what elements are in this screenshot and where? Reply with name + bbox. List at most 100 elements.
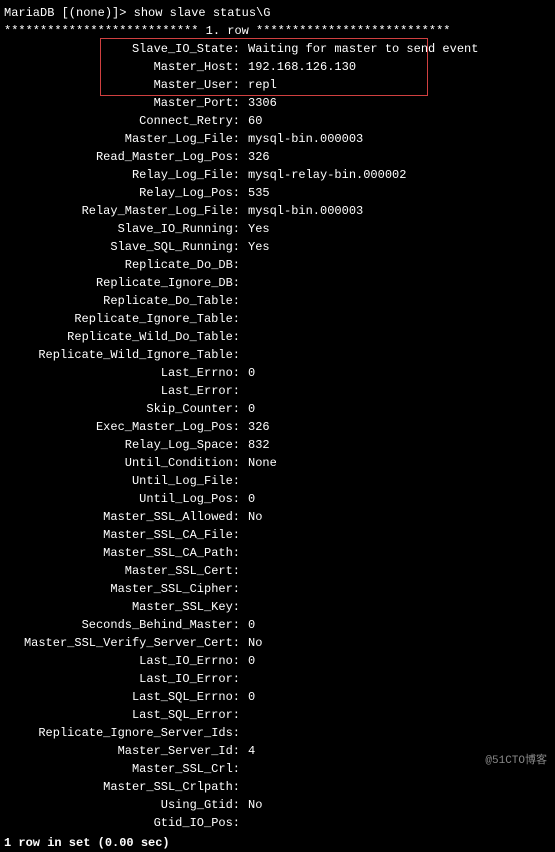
field-value: mysql-bin.000003 — [244, 130, 363, 148]
status-fields: Slave_IO_State:Waiting for master to sen… — [4, 40, 551, 832]
field-value: No — [244, 508, 262, 526]
prompt-prefix: MariaDB [(none)]> — [4, 6, 126, 20]
field-value: Waiting for master to send event — [244, 40, 478, 58]
field-label: Master_SSL_Crl: — [4, 760, 244, 778]
field-value: 3306 — [244, 94, 277, 112]
field-value: No — [244, 634, 262, 652]
field-label: Using_Gtid: — [4, 796, 244, 814]
watermark: @51CTO博客 — [485, 753, 547, 770]
field-value — [244, 346, 248, 364]
field-value — [244, 760, 248, 778]
field-label: Master_SSL_Verify_Server_Cert: — [4, 634, 244, 652]
field-label: Replicate_Wild_Ignore_Table: — [4, 346, 244, 364]
status-row: Replicate_Wild_Do_Table: — [4, 328, 551, 346]
field-label: Last_Errno: — [4, 364, 244, 382]
field-value — [244, 778, 248, 796]
status-row: Slave_IO_Running:Yes — [4, 220, 551, 238]
status-row: Last_Error: — [4, 382, 551, 400]
field-value: 0 — [244, 400, 255, 418]
field-value: 60 — [244, 112, 262, 130]
field-value: mysql-relay-bin.000002 — [244, 166, 406, 184]
row-separator: *************************** 1. row *****… — [4, 22, 551, 40]
terminal-prompt-line[interactable]: MariaDB [(none)]> show slave status\G — [4, 4, 551, 22]
status-row: Replicate_Do_DB: — [4, 256, 551, 274]
field-value: 0 — [244, 364, 255, 382]
field-value — [244, 670, 248, 688]
field-value: 0 — [244, 652, 255, 670]
field-label: Master_SSL_Key: — [4, 598, 244, 616]
status-row: Relay_Log_File:mysql-relay-bin.000002 — [4, 166, 551, 184]
field-label: Until_Log_Pos: — [4, 490, 244, 508]
field-value — [244, 580, 248, 598]
field-value — [244, 526, 248, 544]
field-label: Relay_Log_Space: — [4, 436, 244, 454]
status-row: Master_User:repl — [4, 76, 551, 94]
field-value: 832 — [244, 436, 270, 454]
field-label: Master_Host: — [4, 58, 244, 76]
status-row: Relay_Log_Pos:535 — [4, 184, 551, 202]
status-row: Master_SSL_Key: — [4, 598, 551, 616]
status-row: Master_SSL_Verify_Server_Cert:No — [4, 634, 551, 652]
status-row: Slave_SQL_Running:Yes — [4, 238, 551, 256]
field-label: Last_IO_Error: — [4, 670, 244, 688]
field-value: Yes — [244, 238, 270, 256]
field-label: Master_Server_Id: — [4, 742, 244, 760]
field-value — [244, 292, 248, 310]
field-label: Read_Master_Log_Pos: — [4, 148, 244, 166]
status-row: Last_IO_Error: — [4, 670, 551, 688]
status-row: Replicate_Ignore_Table: — [4, 310, 551, 328]
status-row: Master_SSL_Allowed:No — [4, 508, 551, 526]
status-row: Replicate_Wild_Ignore_Table: — [4, 346, 551, 364]
field-label: Slave_IO_State: — [4, 40, 244, 58]
status-row: Last_IO_Errno:0 — [4, 652, 551, 670]
field-value — [244, 706, 248, 724]
field-label: Slave_SQL_Running: — [4, 238, 244, 256]
status-row: Last_Errno:0 — [4, 364, 551, 382]
field-label: Master_Port: — [4, 94, 244, 112]
field-value — [244, 274, 248, 292]
field-value: 0 — [244, 490, 255, 508]
field-label: Master_SSL_CA_File: — [4, 526, 244, 544]
status-row: Master_SSL_Cipher: — [4, 580, 551, 598]
field-label: Connect_Retry: — [4, 112, 244, 130]
field-label: Skip_Counter: — [4, 400, 244, 418]
field-label: Last_SQL_Error: — [4, 706, 244, 724]
field-label: Master_SSL_Cert: — [4, 562, 244, 580]
field-label: Last_IO_Errno: — [4, 652, 244, 670]
field-label: Master_SSL_Allowed: — [4, 508, 244, 526]
field-label: Slave_IO_Running: — [4, 220, 244, 238]
status-row: Master_SSL_Cert: — [4, 562, 551, 580]
status-row: Master_SSL_CA_File: — [4, 526, 551, 544]
field-value: 326 — [244, 418, 270, 436]
status-row: Until_Condition:None — [4, 454, 551, 472]
field-value: 4 — [244, 742, 255, 760]
field-value: 0 — [244, 616, 255, 634]
field-value: No — [244, 796, 262, 814]
field-value: 535 — [244, 184, 270, 202]
status-row: Replicate_Do_Table: — [4, 292, 551, 310]
field-label: Gtid_IO_Pos: — [4, 814, 244, 832]
field-label: Seconds_Behind_Master: — [4, 616, 244, 634]
field-value: 192.168.126.130 — [244, 58, 356, 76]
field-value — [244, 328, 248, 346]
status-row: Master_SSL_CA_Path: — [4, 544, 551, 562]
status-row: Exec_Master_Log_Pos:326 — [4, 418, 551, 436]
status-row: Relay_Log_Space:832 — [4, 436, 551, 454]
field-label: Relay_Master_Log_File: — [4, 202, 244, 220]
status-row: Last_SQL_Error: — [4, 706, 551, 724]
field-value: repl — [244, 76, 277, 94]
field-value — [244, 256, 248, 274]
field-value — [244, 310, 248, 328]
field-value — [244, 382, 248, 400]
status-row: Replicate_Ignore_Server_Ids: — [4, 724, 551, 742]
field-label: Master_SSL_Crlpath: — [4, 778, 244, 796]
field-value: mysql-bin.000003 — [244, 202, 363, 220]
field-label: Replicate_Ignore_Server_Ids: — [4, 724, 244, 742]
prompt-command: show slave status\G — [134, 6, 271, 20]
field-label: Last_SQL_Errno: — [4, 688, 244, 706]
result-footer: 1 row in set (0.00 sec) — [4, 834, 551, 852]
status-row: Master_Log_File:mysql-bin.000003 — [4, 130, 551, 148]
status-row: Master_SSL_Crlpath: — [4, 778, 551, 796]
field-label: Master_SSL_CA_Path: — [4, 544, 244, 562]
field-value — [244, 544, 248, 562]
